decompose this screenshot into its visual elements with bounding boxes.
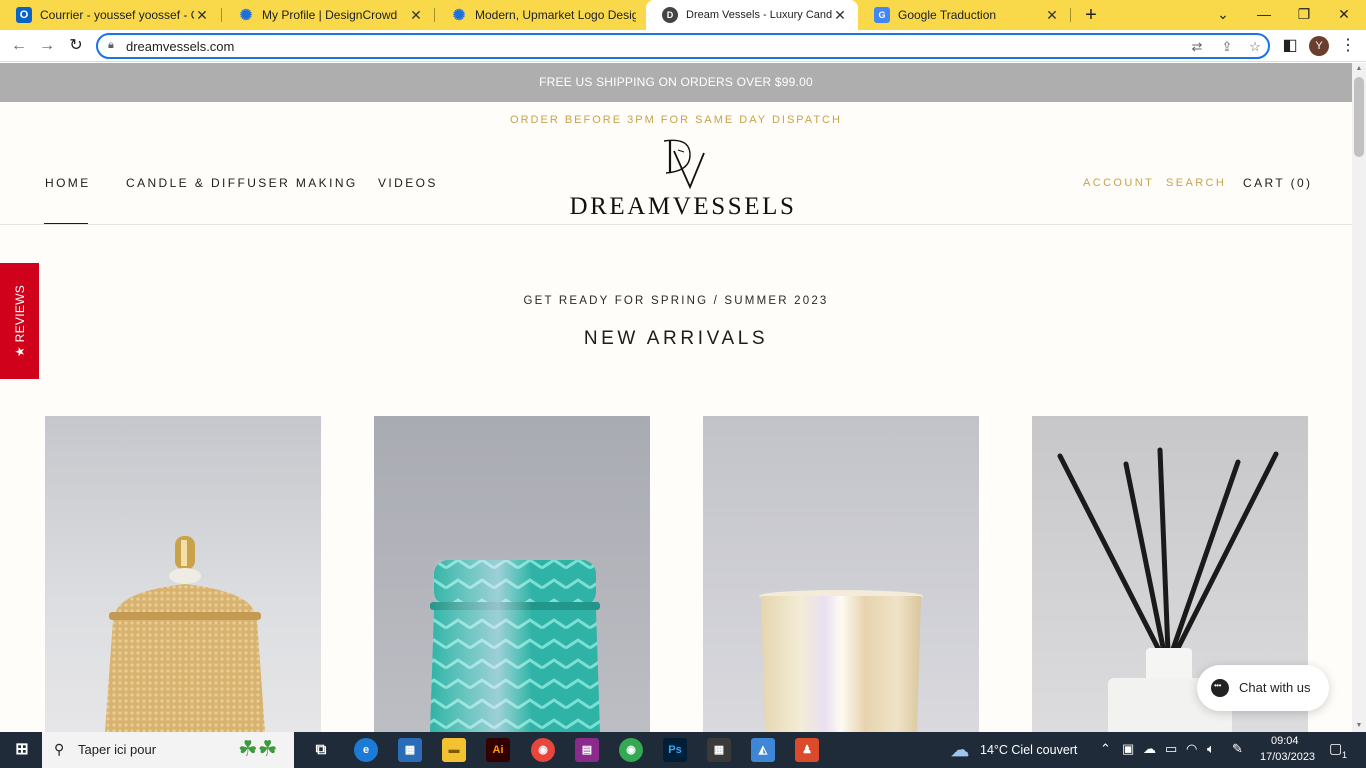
tray-chevron-icon[interactable]: ⌃	[1100, 741, 1111, 757]
dv-monogram-icon	[663, 139, 705, 189]
site-icon: D	[662, 7, 678, 23]
tab-title: Dream Vessels - Luxury Candle C	[686, 9, 832, 21]
notifications-icon[interactable]: ▢	[1329, 740, 1342, 757]
bookmark-star-icon[interactable]: ☆	[1246, 38, 1264, 56]
nav-candle-diffuser-making[interactable]: CANDLE & DIFFUSER MAKING	[126, 176, 358, 190]
reload-icon[interactable]: ↻	[66, 36, 86, 56]
calculator-icon[interactable]: ▦	[707, 738, 731, 762]
browser-tab-google-translate[interactable]: G Google Traduction ✕	[858, 0, 1070, 30]
close-tab-icon[interactable]: ✕	[408, 7, 424, 24]
scroll-thumb[interactable]	[1354, 77, 1364, 157]
designcrowd-icon: ✺	[239, 7, 253, 24]
shamrock-icon: ☘☘	[238, 736, 278, 761]
url-text[interactable]: dreamvessels.com	[126, 39, 234, 54]
minimize-icon[interactable]: —	[1244, 0, 1284, 30]
onedrive-icon[interactable]: ☁	[1143, 741, 1156, 757]
lock-icon[interactable]: 🔒︎	[108, 39, 114, 52]
scroll-up-arrow-icon[interactable]: ▲	[1352, 63, 1366, 75]
browser-tab-strip: O Courrier - youssef yoossef - Outl ✕ ✺ …	[0, 0, 1366, 30]
windows-taskbar: ⊞ ⚲ Taper ici pour ☘☘ ⧉ e ▦ ▬ Ai ◉ ▤ ◉ P…	[0, 732, 1366, 768]
profile-avatar[interactable]: Y	[1309, 36, 1329, 56]
webpage: FREE US SHIPPING ON ORDERS OVER $99.00 O…	[0, 63, 1352, 732]
outlook-icon: O	[16, 7, 32, 23]
browser-tab-logo-design[interactable]: ✺ Modern, Upmarket Logo Design	[435, 0, 646, 30]
winrar-icon[interactable]: ▤	[575, 738, 599, 762]
browser-tab-designcrowd-profile[interactable]: ✺ My Profile | DesignCrowd ✕	[222, 0, 434, 30]
search-icon: ⚲	[54, 741, 65, 757]
announcement-bar: FREE US SHIPPING ON ORDERS OVER $99.00	[0, 63, 1352, 102]
section-heading: NEW ARRIVALS	[583, 328, 769, 349]
chat-bubble-icon	[1211, 679, 1229, 697]
close-tab-icon[interactable]: ✕	[1044, 7, 1060, 24]
dispatch-notice: ORDER BEFORE 3PM FOR SAME DAY DISPATCH	[510, 114, 842, 126]
browser-toolbar: ← → ↻ 🔒︎ dreamvessels.com ⇄ ⇪ ☆ ◧ Y ⋮	[0, 30, 1366, 62]
tab-search-chevron-icon[interactable]: ⌄	[1203, 0, 1243, 30]
file-explorer-icon[interactable]: ▬	[442, 738, 466, 762]
store-icon[interactable]: ▦	[398, 738, 422, 762]
google-translate-icon: G	[874, 7, 890, 23]
tab-title: Modern, Upmarket Logo Design	[475, 8, 636, 22]
header-divider	[0, 224, 1352, 225]
photos-icon[interactable]: ◭	[751, 738, 775, 762]
tab-separator	[1070, 8, 1071, 22]
translate-icon[interactable]: ⇄	[1188, 38, 1206, 56]
pen-icon[interactable]: ✎	[1232, 741, 1243, 757]
logo-wordmark: DREAMVESSELS	[569, 193, 797, 220]
tab-title: Google Traduction	[898, 8, 997, 22]
browser-tab-dreamvessels[interactable]: D Dream Vessels - Luxury Candle C ✕	[646, 0, 858, 30]
app-icon[interactable]: ♟	[795, 738, 819, 762]
windows-start-icon[interactable]: ⊞	[10, 738, 34, 762]
volume-mute-icon[interactable]: 🔈︎	[1207, 741, 1215, 757]
iridescent-tumbler-candle-icon	[759, 590, 923, 732]
chrome-icon[interactable]: ◉	[531, 738, 555, 762]
teal-chevron-jar-candle-icon	[430, 560, 600, 732]
section-kicker: GET READY FOR SPRING / SUMMER 2023	[523, 295, 829, 307]
new-tab-button[interactable]: +	[1080, 4, 1102, 26]
page-scrollbar[interactable]: ▲ ▼	[1352, 63, 1366, 732]
product-card-2[interactable]	[374, 416, 650, 732]
battery-icon[interactable]: ▭	[1165, 741, 1177, 757]
close-tab-icon[interactable]: ✕	[832, 7, 848, 24]
nav-cart[interactable]: CART (0)	[1243, 176, 1312, 190]
tab-title: My Profile | DesignCrowd	[262, 8, 398, 22]
edge-icon[interactable]: e	[354, 738, 378, 762]
product-card-3[interactable]	[703, 416, 979, 732]
share-icon[interactable]: ⇪	[1218, 38, 1236, 56]
chrome-profile-icon[interactable]: ◉	[619, 738, 643, 762]
tray-meet-icon[interactable]: ▣	[1122, 741, 1134, 757]
nav-home[interactable]: HOME	[45, 176, 91, 190]
close-tab-icon[interactable]: ✕	[194, 7, 210, 24]
site-logo[interactable]: DREAMVESSELS	[562, 133, 804, 220]
nav-search[interactable]: SEARCH	[1166, 177, 1226, 189]
photoshop-icon[interactable]: Ps	[663, 738, 687, 762]
clock-date[interactable]: 17/03/2023	[1260, 751, 1315, 763]
scroll-down-arrow-icon[interactable]: ▼	[1352, 720, 1366, 732]
weather-text[interactable]: 14°C Ciel couvert	[980, 743, 1077, 757]
back-arrow-icon[interactable]: ←	[9, 36, 29, 56]
task-view-icon[interactable]: ⧉	[309, 738, 333, 762]
reviews-side-tab[interactable]: ★ REVIEWS	[0, 263, 39, 379]
chat-with-us-button[interactable]: Chat with us	[1197, 665, 1329, 711]
side-panel-icon[interactable]: ◧	[1280, 36, 1300, 56]
maximize-icon[interactable]: ❐	[1284, 0, 1324, 30]
menu-kebab-icon[interactable]: ⋮	[1338, 36, 1358, 56]
gold-textured-jar-candle-icon	[105, 536, 265, 732]
designcrowd-icon: ✺	[452, 7, 466, 24]
taskbar-search-box[interactable]: ⚲ Taper ici pour ☘☘	[42, 732, 294, 768]
close-window-icon[interactable]: ✕	[1324, 0, 1364, 30]
nav-videos[interactable]: VIDEOS	[378, 176, 438, 190]
weather-cloud-icon: ☁	[951, 740, 969, 760]
forward-arrow-icon[interactable]: →	[37, 36, 57, 56]
taskbar-search-placeholder: Taper ici pour	[78, 742, 157, 757]
notification-count: 1	[1342, 750, 1348, 760]
address-bar[interactable]: 🔒︎ dreamvessels.com ⇄ ⇪ ☆	[96, 33, 1270, 59]
chat-label: Chat with us	[1239, 680, 1311, 695]
tab-title: Courrier - youssef yoossef - Outl	[40, 8, 194, 22]
browser-tab-outlook[interactable]: O Courrier - youssef yoossef - Outl ✕	[0, 0, 220, 30]
clock-time[interactable]: 09:04	[1271, 735, 1299, 747]
illustrator-icon[interactable]: Ai	[486, 738, 510, 762]
wifi-icon[interactable]: ◠	[1186, 741, 1197, 757]
nav-account[interactable]: ACCOUNT	[1083, 177, 1154, 189]
product-card-1[interactable]	[45, 416, 321, 732]
